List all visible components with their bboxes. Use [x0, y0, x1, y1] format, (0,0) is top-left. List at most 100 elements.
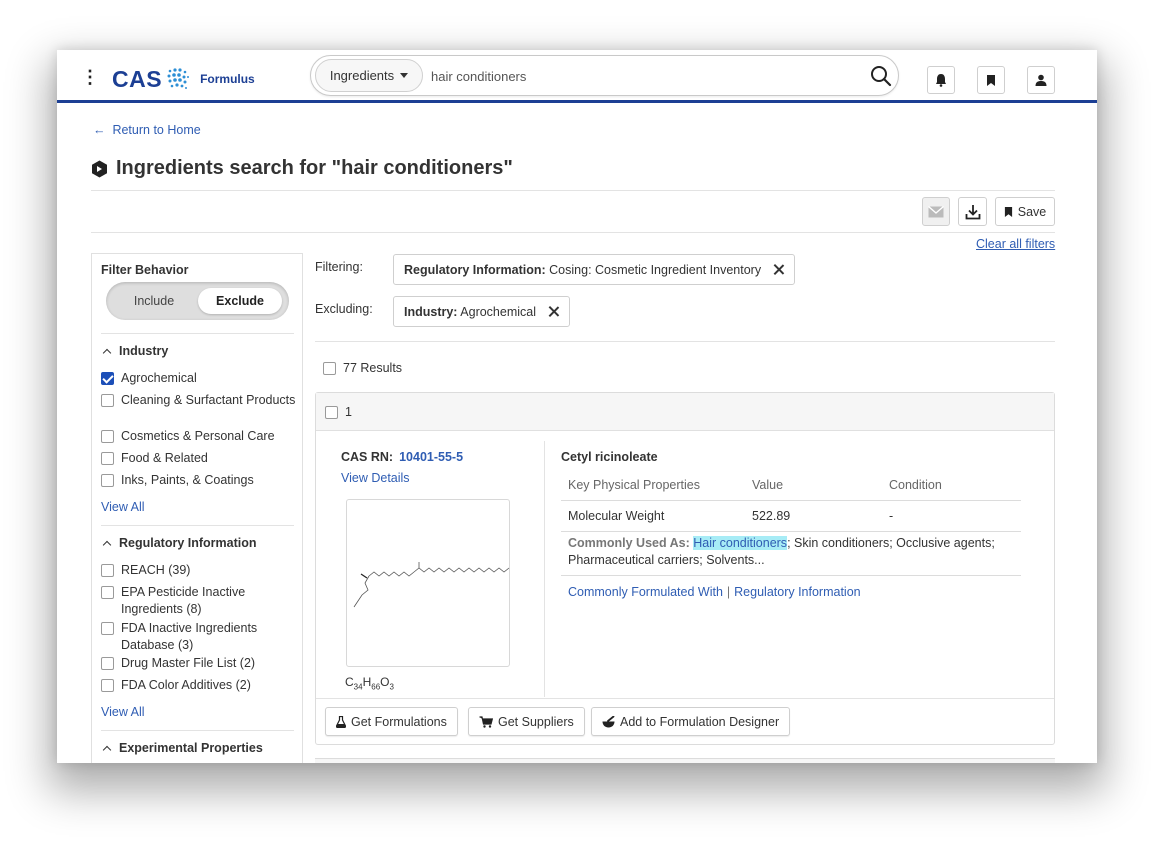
- col-header-condition: Condition: [889, 478, 942, 492]
- cas-rn-link[interactable]: 10401-55-5: [399, 450, 463, 464]
- industry-option-cosmetics[interactable]: Cosmetics & Personal Care: [101, 428, 296, 445]
- regulatory-option-dmf[interactable]: Drug Master File List (2): [101, 655, 296, 672]
- checkbox[interactable]: [101, 586, 114, 599]
- exclude-option[interactable]: Exclude: [198, 288, 282, 314]
- download-button[interactable]: [958, 197, 987, 226]
- industry-view-all-link[interactable]: View All: [101, 500, 145, 514]
- divider: [91, 232, 1055, 233]
- bookmark-icon: [987, 74, 995, 86]
- regulatory-view-all-link[interactable]: View All: [101, 705, 145, 719]
- search-icon[interactable]: [869, 64, 893, 88]
- industry-option-food[interactable]: Food & Related: [101, 450, 296, 467]
- divider: [101, 333, 294, 334]
- next-result-card: [315, 758, 1055, 763]
- chevron-up-icon: [102, 745, 112, 754]
- search-input[interactable]: [431, 66, 851, 86]
- email-icon: [928, 205, 944, 217]
- col-header-value: Value: [752, 478, 784, 492]
- industry-option-agrochemical[interactable]: Agrochemical: [101, 370, 296, 387]
- regulatory-information-link[interactable]: Regulatory Information: [734, 585, 860, 599]
- checkbox[interactable]: [101, 657, 114, 670]
- checkbox[interactable]: [101, 452, 114, 465]
- properties-table: Key Physical Properties Value Condition …: [561, 470, 1021, 532]
- regulatory-option-fda-color[interactable]: FDA Color Additives (2): [101, 677, 296, 694]
- divider: [544, 441, 545, 697]
- select-all-checkbox[interactable]: [323, 362, 336, 375]
- app-window: ⋮ CAS Formulus Ingredients hair conditio…: [57, 50, 1097, 763]
- result-checkbox[interactable]: [325, 406, 338, 419]
- option-label: Food & Related: [121, 451, 208, 465]
- chevron-up-icon: [102, 348, 112, 357]
- result-card-header: 1: [316, 393, 1054, 431]
- cas-rn: CAS RN: 10401-55-5: [341, 450, 463, 464]
- experimental-title: Experimental Properties: [119, 741, 263, 755]
- link-separator: |: [726, 585, 731, 599]
- checkbox[interactable]: [101, 564, 114, 577]
- logo-text: CAS: [112, 65, 163, 92]
- divider: [101, 730, 294, 731]
- bookmarks-button[interactable]: [977, 66, 1005, 94]
- product-name: Formulus: [200, 72, 255, 86]
- option-label: Cosmetics & Personal Care: [121, 429, 275, 443]
- checkbox[interactable]: [101, 394, 114, 407]
- option-label: Inks, Paints, & Coatings: [121, 473, 254, 487]
- cas-formulus-logo[interactable]: CAS Formulus: [112, 65, 255, 93]
- search-type-label: Ingredients: [329, 68, 395, 83]
- checkbox[interactable]: [101, 430, 114, 443]
- checkbox[interactable]: [101, 679, 114, 692]
- option-label: EPA Pesticide Inactive Ingredients (8): [121, 585, 246, 616]
- checkbox[interactable]: [101, 474, 114, 487]
- experimental-section-header[interactable]: Experimental Properties: [102, 741, 263, 755]
- save-button[interactable]: Save: [995, 197, 1055, 226]
- result-index: 1: [345, 404, 352, 419]
- add-to-formulation-designer-label: Add to Formulation Designer: [620, 714, 780, 729]
- checkbox[interactable]: [101, 372, 114, 385]
- regulatory-title: Regulatory Information: [119, 536, 257, 550]
- search-type-dropdown[interactable]: Ingredients: [315, 59, 423, 92]
- close-icon[interactable]: [548, 306, 559, 317]
- caret-down-icon: [400, 73, 409, 78]
- kebab-menu-icon[interactable]: ⋮: [81, 68, 99, 89]
- view-details-link[interactable]: View Details: [341, 471, 410, 485]
- include-option[interactable]: Include: [112, 288, 196, 314]
- cart-icon: [479, 715, 493, 728]
- results-count: 77 Results: [323, 360, 402, 375]
- user-account-button[interactable]: [1027, 66, 1055, 94]
- filter-sidebar: Filter Behavior Include Exclude Industry…: [91, 253, 303, 763]
- regulatory-option-epa[interactable]: EPA Pesticide Inactive Ingredients (8): [101, 584, 296, 618]
- email-button[interactable]: [922, 197, 950, 226]
- get-suppliers-button[interactable]: Get Suppliers: [468, 707, 585, 736]
- close-icon[interactable]: [773, 264, 784, 275]
- divider: [91, 190, 1055, 191]
- cas-rn-label: CAS RN:: [341, 450, 394, 464]
- add-to-formulation-designer-button[interactable]: Add to Formulation Designer: [591, 707, 791, 736]
- col-header-property: Key Physical Properties: [568, 478, 701, 492]
- get-formulations-button[interactable]: Get Formulations: [325, 707, 458, 736]
- option-label: Drug Master File List (2): [121, 656, 256, 670]
- chemical-structure-image[interactable]: [346, 499, 510, 667]
- formula-c-count: 34: [353, 682, 363, 692]
- regulatory-option-fda-inactive[interactable]: FDA Inactive Ingredients Database (3): [101, 620, 296, 654]
- return-to-home-link[interactable]: ← Return to Home: [93, 123, 201, 137]
- industry-option-cleaning[interactable]: Cleaning & Surfactant Products: [101, 392, 296, 409]
- search-bar: Ingredients: [310, 55, 899, 96]
- get-suppliers-label: Get Suppliers: [498, 714, 574, 729]
- bookmark-icon: [1004, 206, 1012, 217]
- chip-key: Regulatory Information:: [404, 262, 546, 277]
- bell-icon: [936, 74, 946, 87]
- save-label: Save: [1017, 204, 1047, 219]
- checkbox[interactable]: [101, 622, 114, 635]
- table-row: Molecular Weight 522.89 -: [561, 501, 1021, 532]
- regulatory-section-header[interactable]: Regulatory Information: [102, 536, 257, 550]
- option-label: FDA Color Additives (2): [121, 678, 251, 692]
- industry-section-header[interactable]: Industry: [102, 344, 168, 358]
- option-label: Cleaning & Surfactant Products: [121, 393, 296, 407]
- option-label: FDA Inactive Ingredients Database (3): [121, 621, 258, 652]
- industry-option-inks[interactable]: Inks, Paints, & Coatings: [101, 472, 296, 489]
- ingredient-hexagon-icon: [92, 160, 107, 177]
- commonly-formulated-with-link[interactable]: Commonly Formulated With: [568, 585, 723, 599]
- result-card: 1 CAS RN: 10401-55-5 View Details C34H66O…: [315, 392, 1055, 745]
- clear-all-filters-link[interactable]: Clear all filters: [976, 237, 1055, 251]
- regulatory-option-reach[interactable]: REACH (39): [101, 562, 296, 579]
- notifications-button[interactable]: [927, 66, 955, 94]
